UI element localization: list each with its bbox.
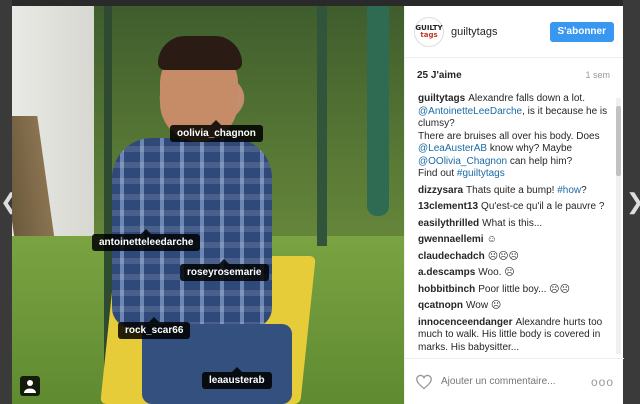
comment-username[interactable]: claudechadch	[418, 251, 485, 262]
avatar-text: tags	[420, 30, 438, 39]
comment: innocenceendanger Alexandre hurts too muc…	[418, 316, 603, 353]
photo-tag[interactable]: leaausterab	[202, 367, 272, 389]
like-heart-icon[interactable]	[415, 374, 433, 390]
comment: 13clement13 Qu'est-ce qu'il a le pauvre ?	[418, 201, 605, 212]
comment: qcatnopn Wow ☹	[418, 300, 502, 311]
comment: a.descamps Woo. ☹	[418, 267, 515, 278]
more-options-icon[interactable]: ooo	[591, 375, 614, 389]
comment-username[interactable]: gwennaellemi	[418, 234, 484, 245]
comment-username[interactable]: guiltytags	[418, 93, 465, 104]
avatar[interactable]: GUILTY tags	[414, 16, 444, 47]
photo-tag[interactable]: roseyrosemarie	[180, 259, 269, 281]
comment-username[interactable]: innocenceendanger	[418, 317, 512, 328]
mention-link[interactable]: @AntoinetteLeeDarche	[418, 106, 522, 117]
mention-link[interactable]: @LeaAusterAB	[418, 143, 487, 154]
user-tags-icon[interactable]	[20, 376, 40, 396]
comment-username[interactable]: dizzysara	[418, 185, 463, 196]
hashtag-link[interactable]: #guiltytags	[457, 168, 505, 179]
comment-bar: ooo	[405, 358, 624, 404]
comment: gwennaellemi ☺	[418, 234, 497, 245]
comment-username[interactable]: 13clement13	[418, 201, 478, 212]
photo-tag[interactable]: rock_scar66	[118, 317, 191, 339]
comment-username[interactable]: qcatnopn	[418, 300, 463, 311]
next-post-arrow-icon[interactable]: ❯	[626, 186, 640, 218]
hashtag-link[interactable]: #how	[557, 185, 581, 196]
caption: guiltytags Alexandre falls down a lot. @A…	[418, 93, 608, 179]
comment: dizzysara Thats quite a bump! #how?	[418, 184, 587, 196]
post-photo: oolivia_chagnon antoinetteleedarche rose…	[12, 6, 404, 404]
comments-list: guiltytags Alexandre falls down a lot. @A…	[405, 93, 615, 353]
post-header: GUILTY tags guiltytags S'abonner	[405, 6, 623, 58]
post-modal: oolivia_chagnon antoinetteleedarche rose…	[12, 6, 624, 404]
comment: claudechadch ☹☹☹	[418, 250, 519, 262]
comment-username[interactable]: a.descamps	[418, 267, 475, 278]
comment: hobbitbinch Poor little boy... ☹☹	[418, 283, 571, 295]
photo-tag[interactable]: oolivia_chagnon	[170, 120, 263, 142]
photo-tag[interactable]: antoinetteleedarche	[92, 229, 201, 251]
add-comment-input[interactable]	[441, 376, 591, 387]
post-sidebar: GUILTY tags guiltytags S'abonner 25 J'ai…	[404, 6, 624, 404]
mention-link[interactable]: @OOlivia_Chagnon	[418, 156, 507, 167]
likes-count[interactable]: 25 J'aime	[417, 70, 462, 81]
comments-scrollbar[interactable]	[616, 98, 621, 354]
previous-post-arrow-icon[interactable]: ❮	[0, 186, 18, 218]
scrollbar-thumb[interactable]	[616, 106, 621, 176]
post-stats: 25 J'aime 1 sem	[405, 58, 623, 92]
follow-button[interactable]: S'abonner	[549, 21, 614, 42]
comment-username[interactable]: easilythrilled	[418, 218, 479, 229]
post-username[interactable]: guiltytags	[451, 26, 550, 38]
comment-username[interactable]: hobbitbinch	[418, 284, 475, 295]
comment: easilythrilled What is this...	[418, 217, 543, 229]
post-timestamp[interactable]: 1 sem	[585, 70, 610, 80]
